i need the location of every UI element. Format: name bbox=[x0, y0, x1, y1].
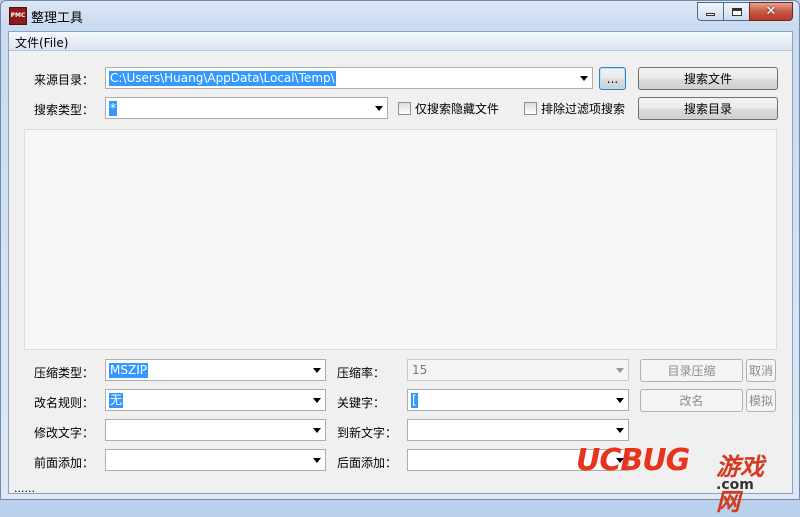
checkbox-box[interactable] bbox=[524, 102, 537, 115]
dropdown-arrow-icon[interactable] bbox=[313, 458, 321, 463]
exclude-filtered-checkbox[interactable]: 排除过滤项搜索 bbox=[524, 100, 625, 117]
dropdown-arrow-icon[interactable] bbox=[313, 398, 321, 403]
search-type-value: * bbox=[109, 101, 117, 116]
hidden-only-label: 仅搜索隐藏文件 bbox=[415, 102, 500, 116]
dropdown-arrow-icon[interactable] bbox=[616, 428, 624, 433]
search-type-label: 搜索类型： bbox=[34, 103, 95, 117]
minimize-icon bbox=[706, 13, 715, 16]
close-button[interactable]: ✕ bbox=[749, 2, 793, 21]
browse-button[interactable]: ... bbox=[599, 67, 626, 90]
suffix-label: 后面添加： bbox=[337, 456, 398, 470]
modify-text-combo[interactable] bbox=[105, 419, 326, 441]
dropdown-arrow-icon[interactable] bbox=[313, 428, 321, 433]
window-controls: ✕ bbox=[697, 2, 793, 21]
checkbox-box[interactable] bbox=[398, 102, 411, 115]
compress-rate-value: 15 bbox=[412, 363, 428, 377]
simulate-button[interactable]: 模拟 bbox=[746, 389, 776, 412]
maximize-button[interactable] bbox=[723, 2, 749, 21]
compress-type-value: MSZIP bbox=[109, 363, 148, 378]
menu-bar: 文件(File) bbox=[9, 32, 792, 51]
dropdown-arrow-icon[interactable] bbox=[375, 106, 383, 111]
dropdown-arrow-icon[interactable] bbox=[616, 398, 624, 403]
menu-file[interactable]: 文件(File) bbox=[15, 34, 68, 51]
prefix-combo[interactable] bbox=[105, 449, 326, 471]
prefix-label: 前面添加： bbox=[34, 456, 95, 470]
client-area: 文件(File) 来源目录： C:\Users\Huang\AppData\Lo… bbox=[8, 31, 793, 495]
compress-cancel-button[interactable]: 取消 bbox=[746, 359, 776, 382]
dropdown-arrow-icon[interactable] bbox=[313, 368, 321, 373]
watermark-brand: UCBUG bbox=[576, 443, 690, 478]
dropdown-arrow-icon[interactable] bbox=[616, 368, 624, 373]
dropdown-arrow-icon[interactable] bbox=[580, 76, 588, 81]
app-icon: PMC bbox=[9, 7, 27, 25]
compress-type-label: 压缩类型： bbox=[34, 366, 95, 380]
source-dir-value: C:\Users\Huang\AppData\Local\Temp\ bbox=[109, 71, 336, 86]
keyword-label: 关键字： bbox=[337, 396, 386, 410]
close-icon: ✕ bbox=[765, 4, 777, 19]
rename-rule-combo[interactable]: 无 bbox=[105, 389, 326, 411]
rename-button[interactable]: 改名 bbox=[640, 389, 743, 412]
keyword-combo[interactable]: [ bbox=[407, 389, 629, 411]
keyword-value: [ bbox=[411, 393, 418, 408]
results-list[interactable] bbox=[24, 129, 777, 350]
modify-text-label: 修改文字： bbox=[34, 426, 95, 440]
compress-rate-label: 压缩率： bbox=[337, 366, 386, 380]
compress-type-combo[interactable]: MSZIP bbox=[105, 359, 326, 381]
app-window: PMC 整理工具 ✕ 文件(File) 来源目录： C:\Users\Huang… bbox=[0, 0, 800, 516]
source-dir-label: 来源目录： bbox=[34, 73, 95, 87]
compress-rate-combo[interactable]: 15 bbox=[407, 359, 629, 381]
rename-rule-value: 无 bbox=[109, 393, 124, 408]
hidden-only-checkbox[interactable]: 仅搜索隐藏文件 bbox=[398, 100, 499, 117]
source-dir-combo[interactable]: C:\Users\Huang\AppData\Local\Temp\ bbox=[105, 67, 593, 89]
title-bar[interactable]: PMC 整理工具 ✕ bbox=[1, 1, 799, 31]
new-text-combo[interactable] bbox=[407, 419, 629, 441]
new-text-label: 到新文字： bbox=[337, 426, 398, 440]
window-title: 整理工具 bbox=[31, 11, 84, 26]
status-text: ...... bbox=[14, 482, 35, 495]
rename-rule-label: 改名规则： bbox=[34, 396, 95, 410]
exclude-filtered-label: 排除过滤项搜索 bbox=[541, 102, 626, 116]
dir-compress-button[interactable]: 目录压缩 bbox=[640, 359, 743, 382]
minimize-button[interactable] bbox=[697, 2, 723, 21]
search-files-button[interactable]: 搜索文件 bbox=[638, 67, 778, 90]
search-dirs-button[interactable]: 搜索目录 bbox=[638, 97, 778, 120]
watermark-logo: UCBUG 游戏网 .com bbox=[576, 443, 786, 516]
maximize-icon bbox=[731, 7, 742, 16]
search-type-combo[interactable]: * bbox=[105, 97, 388, 119]
watermark-domain: .com bbox=[716, 477, 754, 493]
